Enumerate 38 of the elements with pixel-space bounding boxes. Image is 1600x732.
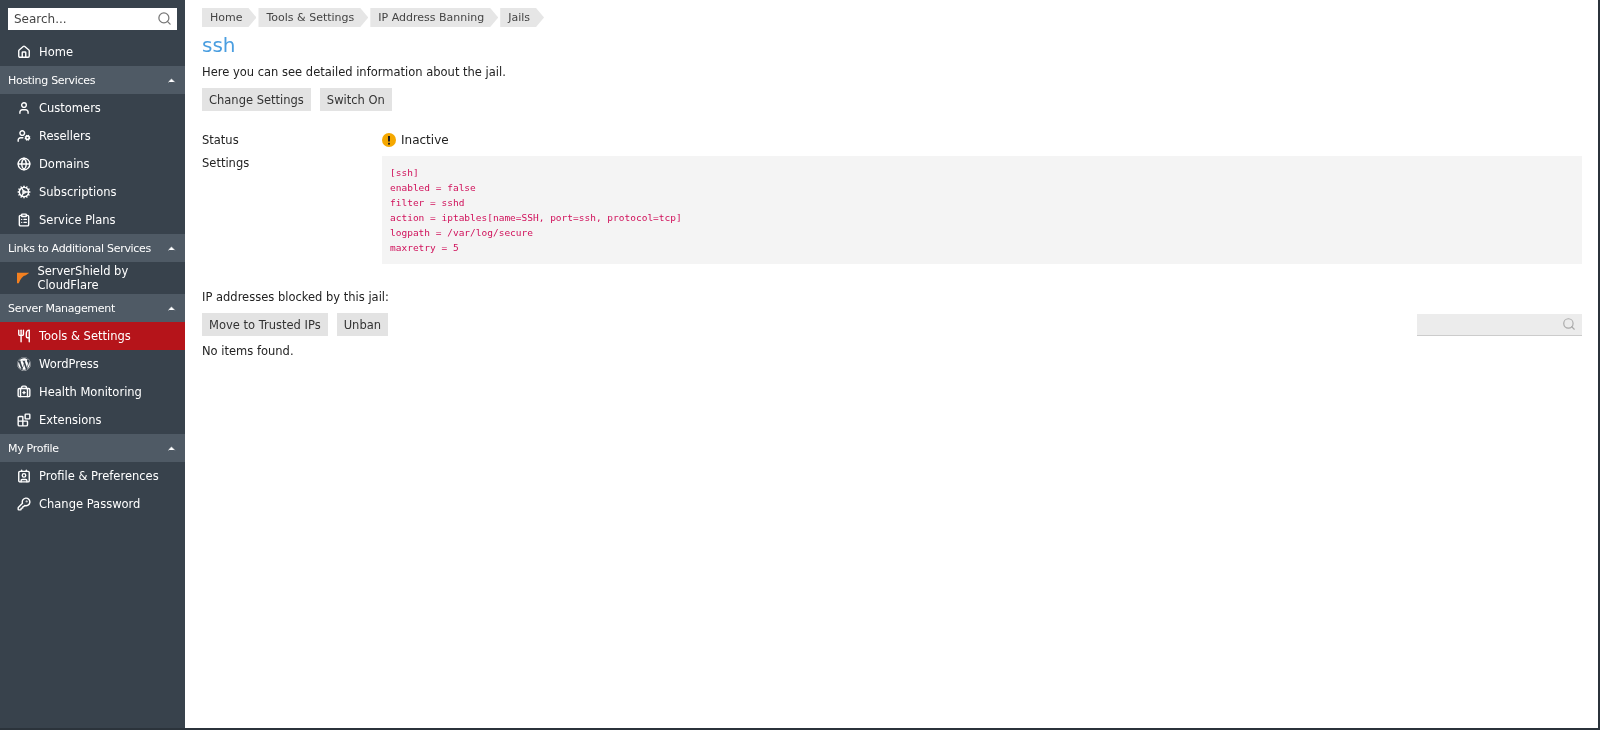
action-button[interactable]: Unban <box>336 313 389 336</box>
breadcrumb-link[interactable]: Jails <box>500 8 545 27</box>
sidebar-section-header[interactable]: My Profile <box>0 434 185 462</box>
section-heading: IP addresses blocked by this jail: <box>202 290 390 304</box>
settings-code: [ssh] enabled = false filter = sshd action = iptables[name=SSH, port=ssh, protocol=tcp] logpath = /var/log/secure maxretry = 5 <box>382 156 1582 264</box>
page-description: Here you can see detailed information about the jail. <box>202 65 507 79</box>
sidebar-item[interactable]: ServerShield by CloudFlare <box>0 262 185 294</box>
page-title: ssh <box>202 33 237 57</box>
section-title: Links to Additional Services <box>8 241 151 255</box>
sidebar-item[interactable]: WordPress <box>0 350 185 378</box>
sidebar-item[interactable]: Service Plans <box>0 206 185 234</box>
breadcrumb-link[interactable]: Home <box>202 8 257 27</box>
empty-message: No items found. <box>202 344 295 358</box>
sidebar-item[interactable]: Tools & Settings <box>0 322 185 350</box>
sidebar-item[interactable]: Subscriptions <box>0 178 185 206</box>
search-field[interactable]: Search... <box>8 8 177 30</box>
action-button[interactable]: Switch On <box>319 88 392 111</box>
breadcrumb-link[interactable]: IP Address Banning <box>370 8 499 27</box>
section-title: My Profile <box>8 441 59 455</box>
sidebar-item[interactable]: Extensions <box>0 406 185 434</box>
action-button[interactable]: Change Settings <box>202 88 311 111</box>
sidebar-item[interactable]: Resellers <box>0 122 185 150</box>
action-button[interactable]: Move to Trusted IPs <box>202 313 328 336</box>
sidebar-item[interactable]: Customers <box>0 94 185 122</box>
sidebar-item[interactable]: Profile & Preferences <box>0 462 185 490</box>
sidebar-item[interactable]: Domains <box>0 150 185 178</box>
sidebar-section-header[interactable]: Server Management <box>0 294 185 322</box>
sidebar-item[interactable]: Health Monitoring <box>0 378 185 406</box>
breadcrumb-link[interactable]: Tools & Settings <box>258 8 369 27</box>
section-title: Server Management <box>8 301 115 315</box>
sidebar-section-header[interactable]: Links to Additional Services <box>0 234 185 262</box>
section-title: Hosting Services <box>8 73 96 87</box>
field-label: Settings <box>202 156 251 172</box>
field-label: Status <box>202 133 240 147</box>
sidebar-item[interactable]: Home <box>0 38 185 66</box>
sidebar-item[interactable]: Change Password <box>0 490 185 518</box>
sidebar-section-header[interactable]: Hosting Services <box>0 66 185 94</box>
status-value: Inactive <box>401 133 449 147</box>
